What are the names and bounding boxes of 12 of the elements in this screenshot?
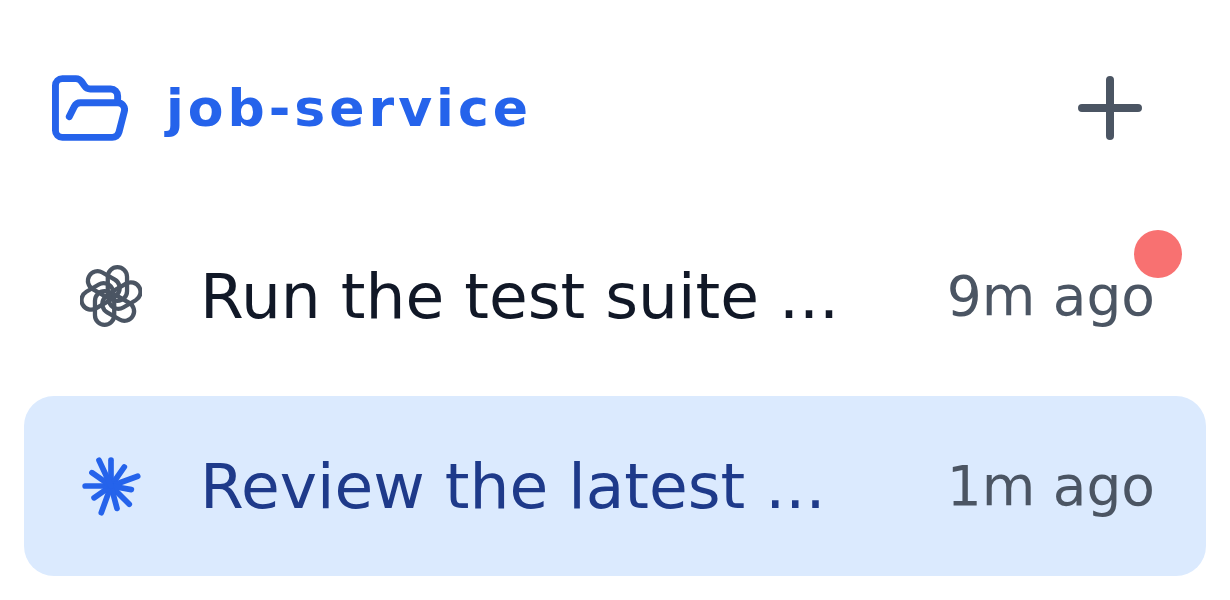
session-item[interactable]: Run the test suite ... 9m ago <box>24 206 1206 386</box>
session-time: 1m ago <box>946 454 1155 518</box>
knot-icon <box>80 265 142 327</box>
spark-icon <box>80 455 142 517</box>
session-item[interactable]: Review the latest ... 1m ago <box>24 396 1206 576</box>
plus-icon <box>1078 76 1142 140</box>
session-title: Review the latest ... <box>200 449 827 523</box>
session-time: 9m ago <box>946 264 1155 328</box>
folder-icon <box>52 75 128 141</box>
session-title: Run the test suite ... <box>200 259 841 333</box>
project-name: job-service <box>166 78 533 138</box>
add-button[interactable] <box>1078 76 1142 140</box>
